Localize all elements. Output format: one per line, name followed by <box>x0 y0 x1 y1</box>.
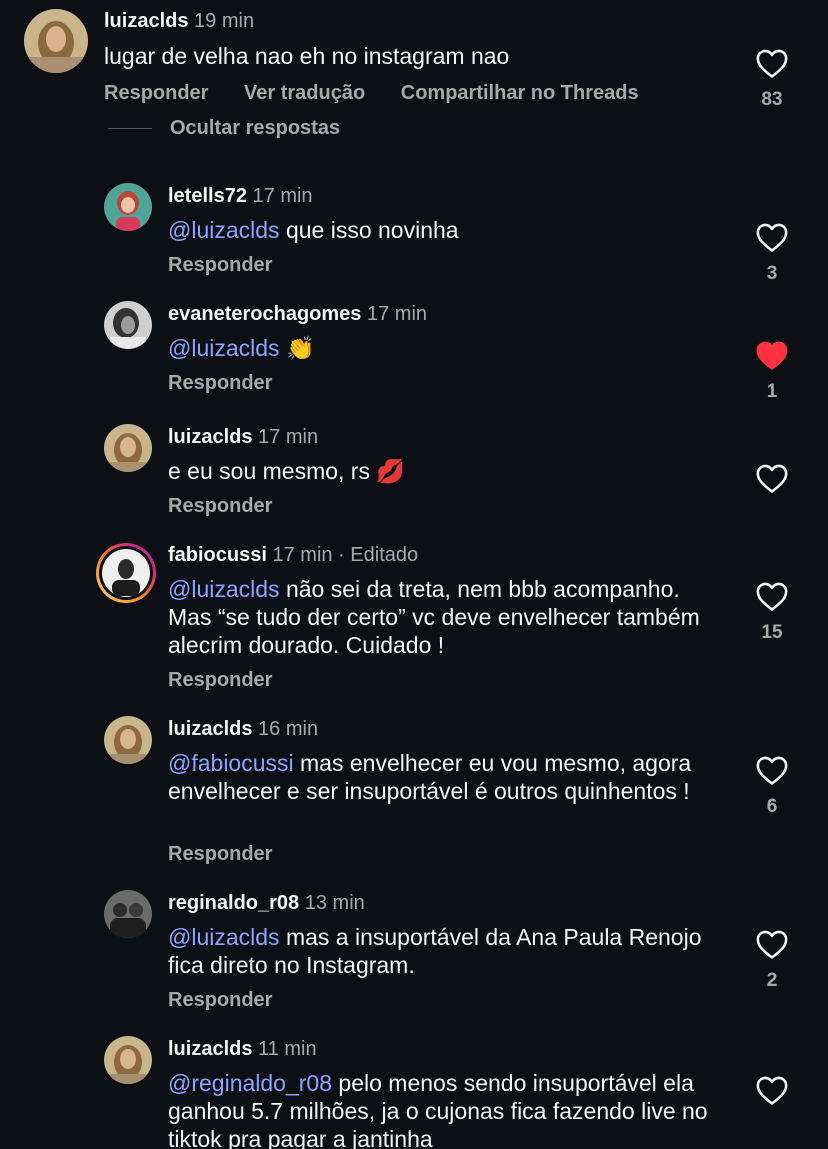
mention-link[interactable]: @luizaclds <box>168 217 280 243</box>
like-button[interactable]: 3 <box>748 221 796 285</box>
like-count: 1 <box>766 381 778 402</box>
mention-link[interactable]: @fabiocussi <box>168 750 294 776</box>
avatar[interactable] <box>24 9 88 73</box>
username[interactable]: letells72 <box>168 185 247 207</box>
like-button[interactable]: 83 <box>748 47 796 111</box>
comment-body: 👏 <box>279 335 315 361</box>
comment-text: e eu sou mesmo, rs 💋 <box>168 457 728 485</box>
heart-icon <box>756 930 788 959</box>
comment-header: luizaclds 11 min <box>168 1037 317 1061</box>
avatar[interactable] <box>104 890 152 938</box>
timestamp: 16 min <box>258 718 319 740</box>
timestamp: 13 min <box>304 892 365 914</box>
like-count: 15 <box>761 622 783 643</box>
comment-header: luizaclds 17 min <box>168 425 318 449</box>
comment-actions: Responder <box>168 254 302 277</box>
reply-button[interactable]: Responder <box>168 669 272 691</box>
heart-icon <box>756 464 788 493</box>
heart-icon <box>756 1076 788 1105</box>
like-button[interactable]: 6 <box>748 754 796 818</box>
reply-button[interactable]: Responder <box>168 254 272 276</box>
username[interactable]: luizaclds <box>168 426 252 448</box>
like-button[interactable]: 15 <box>748 580 796 644</box>
reply-button[interactable]: Responder <box>104 82 208 104</box>
comment-text: @reginaldo_r08 pelo menos sendo insuport… <box>168 1069 713 1149</box>
comment-header: luizaclds 19 min <box>104 9 254 33</box>
avatar[interactable] <box>104 1036 152 1084</box>
avatar[interactable] <box>104 716 152 764</box>
heart-icon <box>756 756 788 785</box>
comment-actions: Responder <box>168 495 302 518</box>
username[interactable]: luizaclds <box>104 10 188 32</box>
hide-replies-button[interactable]: Ocultar respostas <box>108 117 340 140</box>
like-count: 3 <box>766 263 778 284</box>
comment-header: reginaldo_r08 13 min <box>168 891 365 915</box>
comment-text: @luizaclds não sei da treta, nem bbb aco… <box>168 575 728 659</box>
like-count: 6 <box>766 796 778 817</box>
comment-text: @luizaclds 👏 <box>168 334 728 362</box>
share-threads-button[interactable]: Compartilhar no Threads <box>401 82 639 104</box>
reply-button[interactable]: Responder <box>168 372 272 394</box>
timestamp: 19 min <box>194 10 255 32</box>
comment-body: que isso novinha <box>279 217 459 243</box>
heart-icon <box>756 223 788 252</box>
username[interactable]: luizaclds <box>168 1038 252 1060</box>
mention-link[interactable]: @luizaclds <box>168 924 280 950</box>
avatar[interactable] <box>104 301 152 349</box>
heart-filled-icon <box>756 341 788 370</box>
reply-button[interactable]: Responder <box>168 989 272 1011</box>
comment-header: letells72 17 min <box>168 184 313 208</box>
comment-header: evaneterochagomes 17 min <box>168 302 427 326</box>
comment-text: @luizaclds mas a insuportável da Ana Pau… <box>168 923 708 979</box>
reply-button[interactable]: Responder <box>168 495 272 517</box>
translate-button[interactable]: Ver tradução <box>244 82 365 104</box>
avatar[interactable] <box>104 183 152 231</box>
username[interactable]: reginaldo_r08 <box>168 892 299 914</box>
like-count: 83 <box>761 89 783 110</box>
mention-link[interactable]: @luizaclds <box>168 335 280 361</box>
comment-actions: Responder <box>168 843 302 866</box>
like-button[interactable]: 1 <box>748 339 796 403</box>
comment-header: fabiocussi 17 min · Editado <box>168 543 418 567</box>
edited-label: · Editado <box>332 544 419 566</box>
comment-body: e eu sou mesmo, rs 💋 <box>168 458 405 484</box>
comment-actions: Responder <box>168 372 302 395</box>
like-button[interactable] <box>748 1074 796 1106</box>
timestamp: 17 min <box>258 426 319 448</box>
like-button[interactable] <box>748 462 796 504</box>
like-button[interactable]: 2 <box>748 928 796 992</box>
mention-link[interactable]: @luizaclds <box>168 576 280 602</box>
hide-replies-label: Ocultar respostas <box>170 117 341 139</box>
reply-button[interactable]: Responder <box>168 843 272 865</box>
comment-text: @fabiocussi mas envelhecer eu vou mesmo,… <box>168 749 708 805</box>
timestamp: 17 min <box>272 544 333 566</box>
comment-actions: Responder <box>168 989 302 1012</box>
timestamp: 17 min <box>252 185 313 207</box>
comments-screen: luizaclds 19 min lugar de velha nao eh n… <box>0 0 828 1149</box>
avatar[interactable] <box>104 424 152 472</box>
mention-link[interactable]: @reginaldo_r08 <box>168 1070 332 1096</box>
heart-icon <box>756 582 788 611</box>
timestamp: 17 min <box>366 303 428 325</box>
divider <box>108 128 152 129</box>
heart-icon <box>756 49 788 78</box>
comment-actions: Responder Ver tradução Compartilhar no T… <box>104 82 669 105</box>
comment-header: luizaclds 16 min <box>168 717 318 741</box>
comment-text: lugar de velha nao eh no instagram nao <box>104 43 510 69</box>
avatar-with-story-ring[interactable] <box>95 542 157 604</box>
username[interactable]: fabiocussi <box>168 544 267 566</box>
like-count: 2 <box>766 970 778 991</box>
timestamp: 11 min <box>258 1038 317 1060</box>
username[interactable]: luizaclds <box>168 718 252 740</box>
comment-actions: Responder <box>168 669 302 692</box>
comment-text: @luizaclds que isso novinha <box>168 216 728 244</box>
username[interactable]: evaneterochagomes <box>168 303 361 325</box>
